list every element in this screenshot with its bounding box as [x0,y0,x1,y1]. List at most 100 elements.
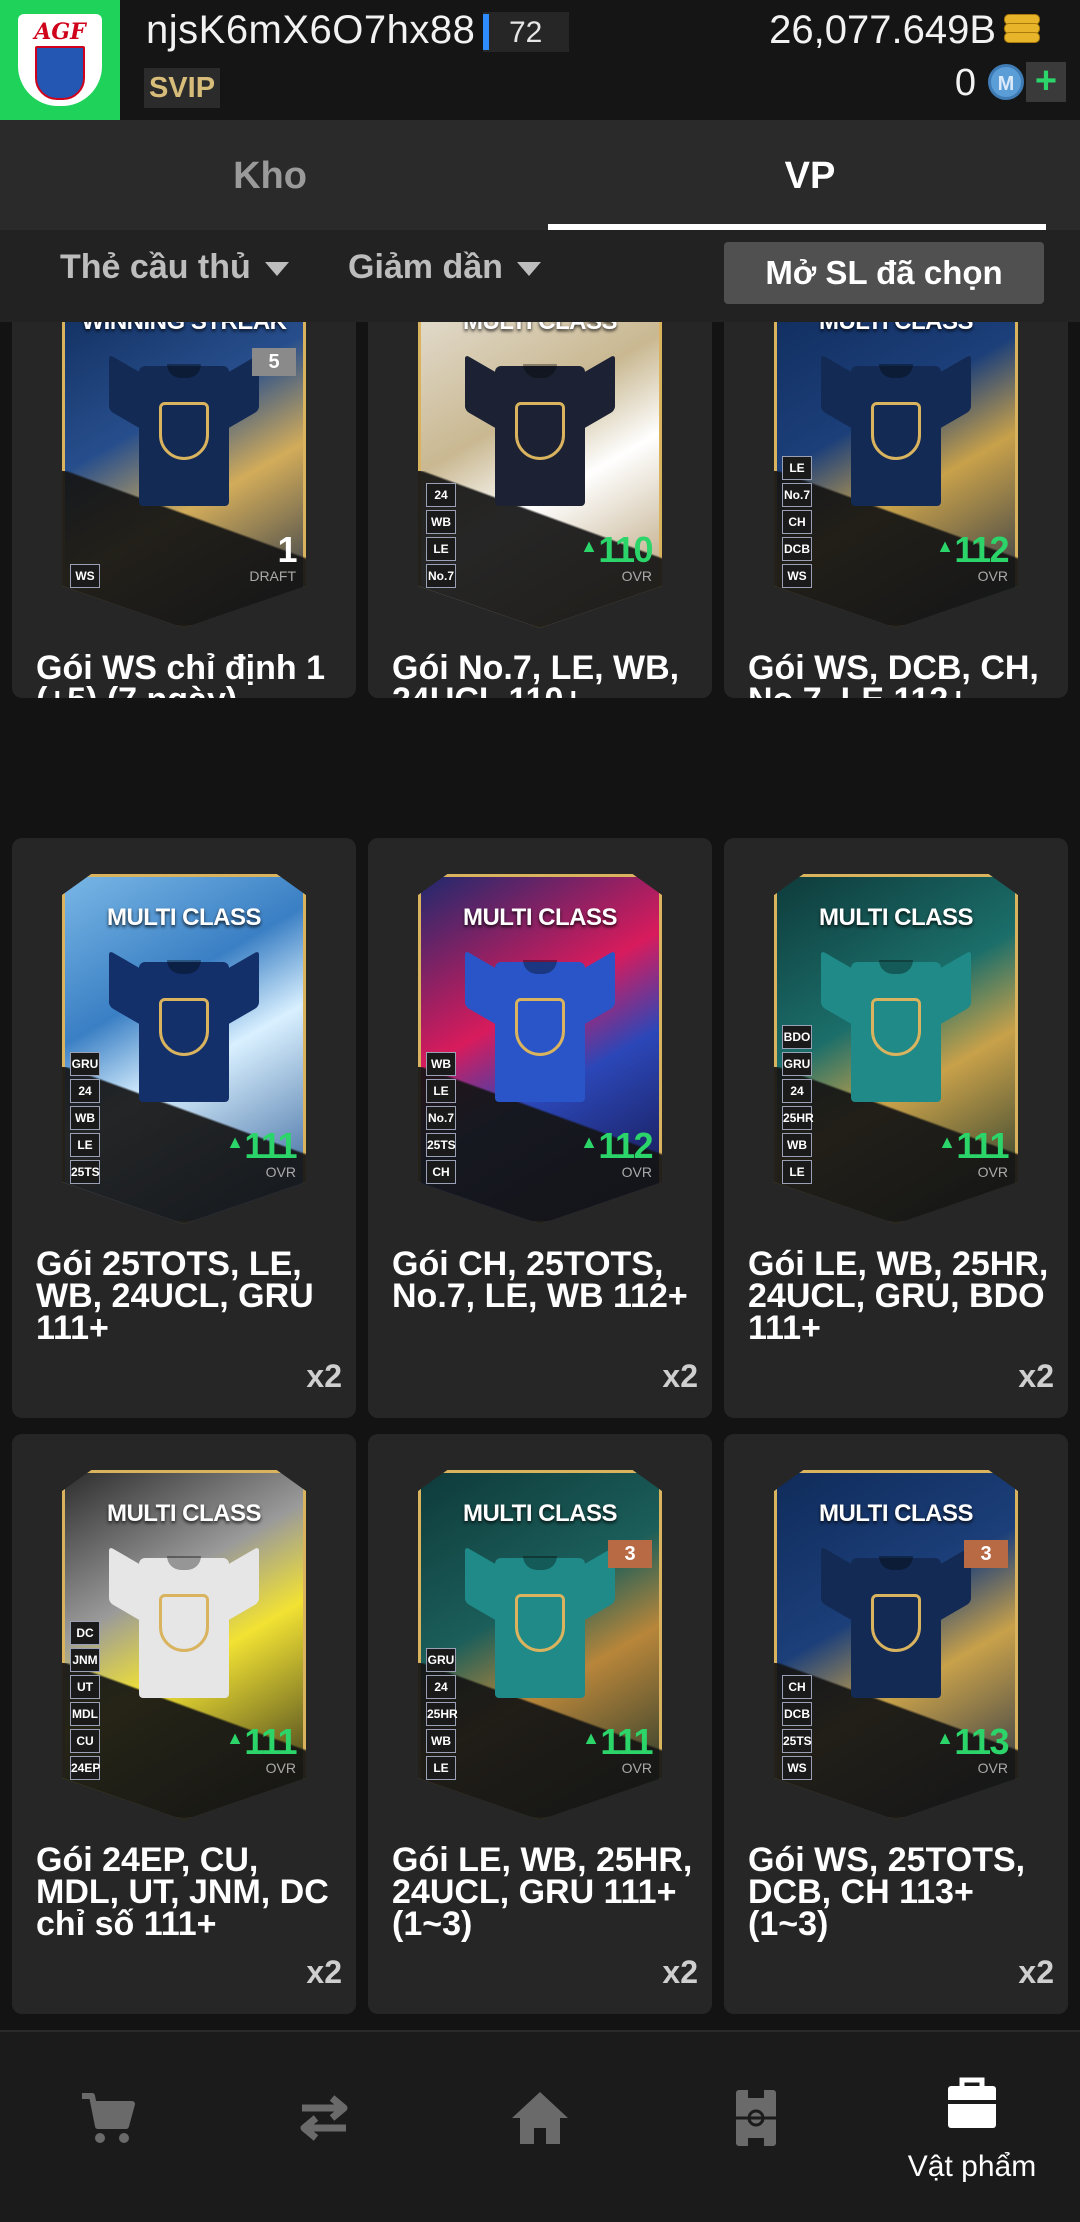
card-title: MULTI CLASS [818,1500,974,1527]
position-tag: LE [70,1133,100,1157]
jersey-part [515,402,565,460]
position-tag: 24EP [70,1756,100,1780]
item-quantity: x2 [1018,1358,1054,1394]
tab-kho[interactable]: Kho [0,120,540,230]
position-tag: GRU [426,1648,456,1672]
item-tile[interactable]: MULTI CLASS BDO GRU 24 25HR WB LE 111OVR Gói LE,… [724,838,1068,1418]
type-filter-label: Thẻ cầu thủ [60,248,251,286]
position-tags: 24 WB LE No.7 [426,483,456,588]
item-quantity: x2 [306,1358,342,1394]
position-tag: WB [426,510,456,534]
item-name: Gói LE, WB, 25HR, 24UCL, GRU, BDO 111+ [748,1245,1049,1347]
item-card: WINNING STREAK 5 WS 1DRAFT [62,322,306,628]
jersey-part [515,998,565,1056]
tier-badge: 5 [252,348,296,376]
jersey-part [159,402,209,460]
chevron-down-icon [264,262,289,277]
position-tag: 25TS [70,1160,100,1184]
position-tag: CH [782,1675,812,1699]
ovr-rating: 1 DRAFT [249,528,297,585]
level-bar [483,14,489,50]
position-tags: WB LE No.7 25TS CH [426,1052,456,1184]
ovr-label: OVR [977,1760,1008,1776]
ovr-value: 111 [938,1124,1009,1164]
item-card: MULTI CLASS DC JNM UT MDL CU 24EP 111OVR [62,1470,306,1820]
sort-dropdown[interactable]: Giảm dần [348,248,541,287]
ovr-label: DRAFT [249,568,296,584]
item-tile[interactable]: MULTI CLASS 3 CH DCB 25TS WS 113OVR Gói WS, 25T… [724,1434,1068,2014]
club-badge[interactable]: AGF [0,0,120,120]
ovr-label: OVR [977,1164,1008,1180]
position-tag: 24 [70,1079,100,1103]
position-tags: GRU 24 WB LE 25TS [70,1052,100,1184]
nav-transfer[interactable] [216,2032,432,2222]
crest-shield-icon [35,46,85,100]
item-tile[interactable]: MULTI CLASS WB LE No.7 25TS CH 112OVR Gói CH, 2… [368,838,712,1418]
ovr-label: OVR [621,1164,652,1180]
type-filter-dropdown[interactable]: Thẻ cầu thủ [60,248,289,287]
position-tag: LE [426,1756,456,1780]
jersey-part [159,1594,209,1652]
position-tag: DC [70,1621,100,1645]
position-tags: DC JNM UT MDL CU 24EP [70,1621,100,1780]
sort-label: Giảm dần [348,248,503,286]
item-tile[interactable]: MULTI CLASS 3 GRU 24 25HR WB LE 111OVR Gói LE, W… [368,1434,712,2014]
nav-shop[interactable] [0,2032,216,2222]
ovr-value: 111 [582,1720,653,1760]
position-tag: WB [782,1133,812,1157]
jersey-part [871,402,921,460]
level-badge: 72 [483,12,569,52]
position-tags: WS [70,564,100,588]
filter-bar: Thẻ cầu thủ Giảm dần Mở SL đã chọn [0,230,1080,322]
jersey-icon [109,1546,259,1700]
item-name: Gói 24EP, CU, MDL, UT, JNM, DC chỉ số 11… [36,1841,329,1943]
position-tags: LE No.7 CH DCB WS [782,456,812,588]
ovr-label: OVR [621,568,652,584]
position-tag: GRU [782,1052,812,1076]
item-tile[interactable]: MULTI CLASS 24 WB LE No.7 110OVR Gói No.7, LE,… [368,322,712,698]
card-title: MULTI CLASS [818,904,974,931]
ovr-value: 1 [277,529,297,570]
item-name: Gói WS, DCB, CH, No.7, LE 112+ [748,649,1039,698]
item-card: MULTI CLASS 3 GRU 24 25HR WB LE 111OVR [418,1470,662,1820]
item-quantity: x2 [662,1954,698,1990]
card-title: WINNING STREAK [62,322,306,336]
tab-vp[interactable]: VP [540,120,1080,230]
open-selected-button[interactable]: Mở SL đã chọn [724,242,1044,304]
ovr-label: OVR [977,568,1008,584]
position-tag: WS [782,1756,812,1780]
position-tag: 25TS [426,1133,456,1157]
item-card: MULTI CLASS GRU 24 WB LE 25TS 111OVR [62,874,306,1224]
item-tile[interactable]: MULTI CLASS GRU 24 WB LE 25TS 111OVR Gói 25TOTS… [12,838,356,1418]
card-title: MULTI CLASS [774,322,1018,336]
card-title: MULTI CLASS [106,1500,262,1527]
ovr-rating: 111OVR [582,1720,653,1777]
item-tile[interactable]: MULTI CLASS LE No.7 CH DCB WS 112OVR Gói WS, DC… [724,322,1068,698]
add-currency-button[interactable]: + [1026,62,1066,102]
level-number: 72 [509,16,543,49]
item-card: MULTI CLASS LE No.7 CH DCB WS 112OVR [774,322,1018,628]
ovr-value: 113 [936,1720,1009,1760]
nav-home[interactable] [432,2032,648,2222]
position-tag: UT [70,1675,100,1699]
item-quantity: x2 [662,1358,698,1394]
position-tag: BDO [782,1025,812,1049]
nav-squad[interactable] [648,2032,864,2222]
position-tag: 24 [426,1675,456,1699]
item-quantity: x2 [306,1954,342,1990]
position-tag: No.7 [426,564,456,588]
position-tag: 24 [426,483,456,507]
username: njsK6mX6O7hx88 [146,8,476,52]
vip-badge[interactable]: SVIP [144,68,220,108]
position-tag: MDL [70,1702,100,1726]
jersey-icon [821,354,971,508]
card-title: MULTI CLASS [462,1500,618,1527]
tier-badge: 3 [964,1540,1008,1568]
item-tile[interactable]: WINNING STREAK 5 WS 1DRAFT Gói WS chỉ định 1… [12,322,356,698]
nav-items[interactable]: Vật phẩm [864,2032,1080,2222]
tier-badge: 3 [608,1540,652,1568]
club-badge-text: AGF [34,19,86,45]
jersey-icon [109,950,259,1104]
top-header: AGF njsK6mX6O7hx88 72 SVIP 26,077.649B 0… [0,0,1080,120]
item-tile[interactable]: MULTI CLASS DC JNM UT MDL CU 24EP 111OVR Gói 24E… [12,1434,356,2014]
